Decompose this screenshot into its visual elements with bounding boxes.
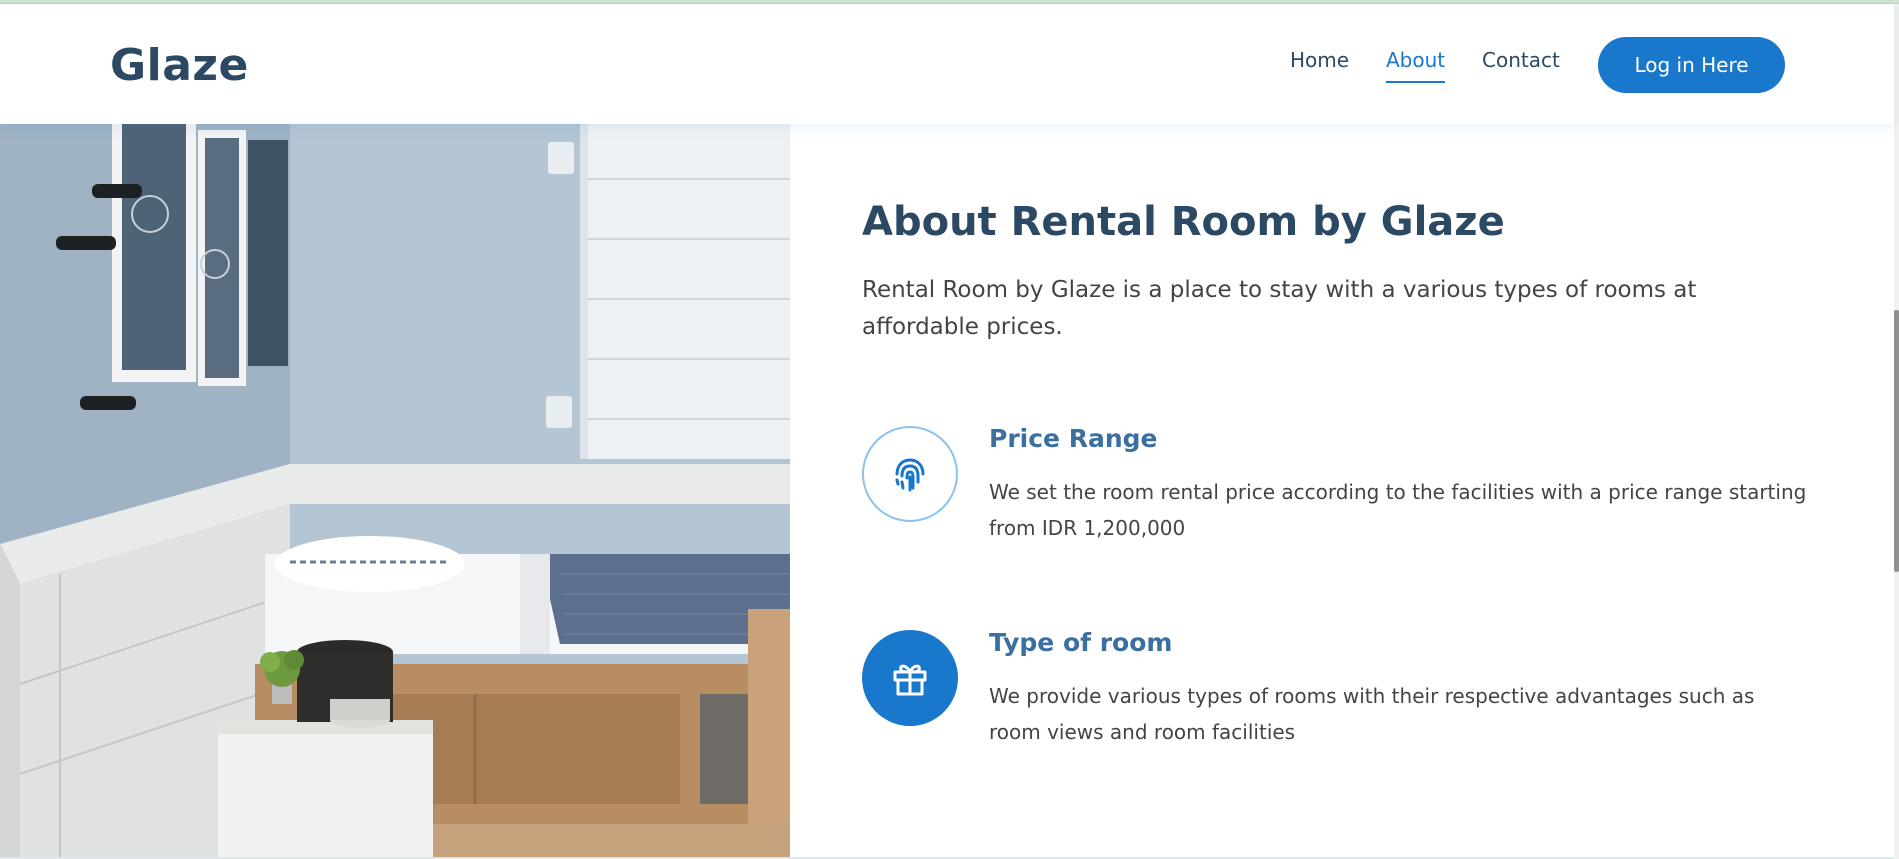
about-title: About Rental Room by Glaze xyxy=(862,199,1505,245)
feature-type-of-room: Type of room We provide various types of… xyxy=(862,628,1822,744)
fingerprint-icon xyxy=(862,426,958,522)
scrollbar-thumb[interactable] xyxy=(1894,310,1899,572)
about-intro: Rental Room by Glaze is a place to stay … xyxy=(862,277,1697,340)
feature-price-range: Price Range We set the room rental price… xyxy=(862,424,1822,540)
gift-icon xyxy=(862,630,958,726)
nav-contact-link[interactable]: Contact xyxy=(1482,48,1560,81)
feature-desc-price-range: We set the room rental price according t… xyxy=(989,480,1807,540)
bedroom-photo xyxy=(0,124,790,858)
feature-desc-type-of-room: We provide various types of rooms with t… xyxy=(989,684,1755,744)
login-button[interactable]: Log in Here xyxy=(1598,37,1785,93)
page-scrollbar[interactable] xyxy=(1894,4,1899,859)
logo[interactable]: Glaze xyxy=(110,40,249,91)
nav-about-link[interactable]: About xyxy=(1386,48,1446,83)
feature-title-type-of-room: Type of room xyxy=(989,628,1173,657)
site-header: Glaze Home About Contact Log in Here xyxy=(0,4,1894,124)
nav-home-link[interactable]: Home xyxy=(1290,48,1349,81)
feature-title-price-range: Price Range xyxy=(989,424,1158,453)
